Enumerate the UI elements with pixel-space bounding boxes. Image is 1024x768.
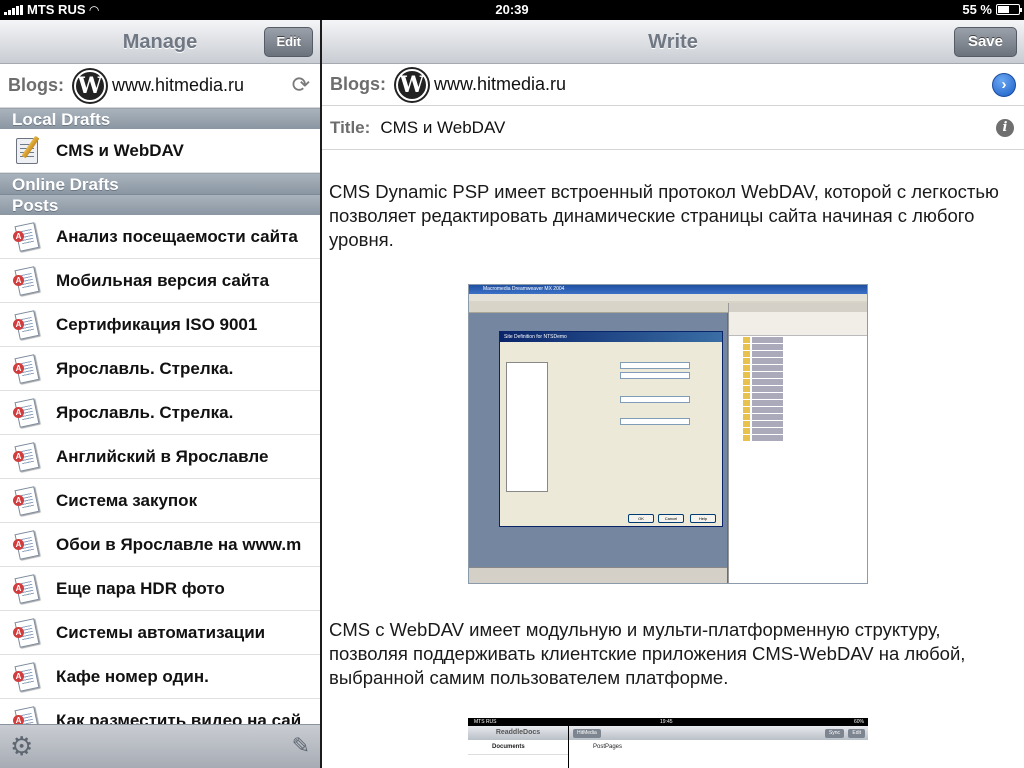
post-item[interactable]: A Сертификация ISO 9001 [0, 303, 320, 347]
post-document-icon: A [13, 617, 43, 648]
dw-menu-bar [469, 294, 867, 301]
post-document-icon: A [13, 485, 43, 516]
embedded-image-dreamweaver[interactable]: Macromedia Dreamweaver MX 2004 Site Defi… [468, 284, 868, 584]
manage-panel: Manage Edit Blogs: W www.hitmedia.ru ⟳ L… [0, 20, 320, 768]
post-title: Мобильная версия сайта [56, 270, 270, 290]
section-posts: Posts [0, 194, 320, 215]
blog-url: www.hitmedia.ru [112, 75, 245, 95]
post-item[interactable]: A Система закупок [0, 479, 320, 523]
write-blog-selector[interactable]: Blogs: W www.hitmedia.ru › [322, 64, 1024, 106]
dw-site-dialog: Site Definition for NTSDemo OK Cancel He… [499, 331, 723, 527]
wordpress-logo-icon: W [74, 69, 106, 102]
rd-status-bar: MTS RUS 19:45 60% [468, 718, 868, 726]
status-bar: MTS RUS ◠ 20:39 55 % [0, 0, 1024, 20]
battery-fill [998, 6, 1009, 13]
disclosure-arrow-icon[interactable]: › [992, 73, 1016, 97]
post-item[interactable]: A Еще пара HDR фото [0, 567, 320, 611]
post-title: Обои в Ярославле на www.m [56, 534, 302, 554]
wordpress-logo-icon: W [396, 68, 428, 101]
post-document-icon: A [13, 353, 43, 384]
edit-button[interactable]: Edit [264, 27, 313, 57]
rd-documents-item: Documents [468, 740, 568, 755]
dw-window-title: Macromedia Dreamweaver MX 2004 [469, 285, 867, 294]
post-title: Анализ посещаемости сайта [56, 226, 298, 246]
battery-percent: 55 % [962, 2, 992, 17]
post-title-row[interactable]: Title: CMS и WebDAV i [322, 106, 1024, 150]
rd-sidebar-title: ReaddleDocs [468, 726, 568, 740]
rd-folder-button: HitMedia [573, 729, 601, 738]
post-item[interactable]: A Обои в Ярославле на www.m [0, 523, 320, 567]
settings-gear-icon[interactable]: ⚙ [10, 733, 33, 759]
post-title: Еще пара HDR фото [56, 578, 225, 598]
section-local-drafts: Local Drafts [0, 108, 320, 129]
post-item[interactable]: A Ярославль. Стрелка. [0, 347, 320, 391]
post-document-icon: A [13, 529, 43, 560]
write-title: Write [648, 31, 698, 53]
post-document-icon: A [13, 661, 43, 692]
status-time: 20:39 [495, 2, 529, 17]
post-document-icon: A [13, 397, 43, 428]
status-right: 55 % [962, 2, 1022, 17]
post-item[interactable]: A Анализ посещаемости сайта [0, 215, 320, 259]
info-icon[interactable]: i [996, 119, 1014, 137]
post-title-field[interactable]: CMS и WebDAV [380, 118, 505, 138]
rd-battery: 60% [853, 719, 864, 725]
dw-help-button: Help [690, 514, 716, 523]
rd-sidebar: ReaddleDocs Documents [468, 726, 568, 768]
dw-dialog-title: Site Definition for NTSDemo [500, 332, 722, 342]
rd-sync-button: Sync [824, 729, 844, 738]
write-blog-url: www.hitmedia.ru [434, 74, 567, 94]
post-list: A Анализ посещаемости сайта A Мобильная вер… [0, 215, 320, 743]
post-document-icon: A [13, 573, 43, 604]
battery-icon [996, 4, 1022, 15]
post-document-icon: A [13, 441, 43, 472]
post-title: Английский в Ярославле [56, 446, 269, 466]
post-title: Сертификация ISO 9001 [56, 314, 258, 334]
post-document-icon: A [13, 221, 43, 252]
manage-toolbar: ⚙ ✎ [0, 724, 320, 768]
post-title: Ярославль. Стрелка. [56, 358, 234, 378]
local-draft-item[interactable]: CMS и WebDAV [0, 129, 320, 173]
post-title: Система закупок [56, 490, 198, 510]
post-item[interactable]: A Мобильная версия сайта [0, 259, 320, 303]
blog-selector[interactable]: Blogs: W www.hitmedia.ru ⟳ [0, 64, 320, 108]
post-title: Кафе номер один. [56, 666, 209, 686]
local-draft-title: CMS и WebDAV [56, 140, 184, 160]
dw-files-panel [728, 303, 867, 583]
post-item[interactable]: A Кафе номер один. [0, 655, 320, 699]
post-paragraph-2[interactable]: CMS с WebDAV имеет модульную и мульти-пл… [329, 618, 1017, 690]
rd-content-header: HitMedia Sync Edit [569, 726, 868, 740]
rd-content: HitMedia Sync Edit PostPages [569, 726, 868, 768]
post-document-icon: A [13, 309, 43, 340]
write-navbar: Write Save [322, 20, 1024, 64]
post-item[interactable]: A Английский в Ярославле [0, 435, 320, 479]
compose-icon[interactable]: ✎ [292, 735, 310, 757]
embedded-image-readdledocs[interactable]: MTS RUS 19:45 60% ReaddleDocs Documents … [468, 718, 868, 768]
draft-document-icon [12, 135, 44, 167]
section-online-drafts: Online Drafts [0, 173, 320, 194]
refresh-icon[interactable]: ⟳ [292, 73, 310, 97]
post-item[interactable]: A Системы автоматизации [0, 611, 320, 655]
dw-cancel-button: Cancel [658, 514, 684, 523]
post-title: Системы автоматизации [56, 622, 266, 642]
post-title-label: Title: [330, 117, 371, 137]
post-title: Ярославль. Стрелка. [56, 402, 234, 422]
rd-time: 19:45 [660, 719, 673, 725]
dw-ok-button: OK [628, 514, 654, 523]
dw-properties-bar [469, 567, 727, 583]
write-blogs-label: Blogs: [330, 74, 386, 94]
write-panel: Write Save Blogs: W www.hitmedia.ru › Ti… [322, 20, 1024, 768]
dw-category-list [506, 362, 548, 492]
rd-carrier: MTS RUS [474, 719, 497, 725]
save-button[interactable]: Save [953, 27, 1017, 57]
post-document-icon: A [13, 265, 43, 296]
rd-postpages-item: PostPages [593, 744, 623, 750]
rd-edit-button: Edit [848, 729, 865, 738]
post-paragraph-1[interactable]: CMS Dynamic PSP имеет встроенный протоко… [329, 180, 1017, 252]
dw-files-header [729, 303, 867, 312]
manage-navbar: Manage Edit [0, 20, 320, 64]
blogs-label: Blogs: [8, 75, 64, 95]
post-item[interactable]: A Ярославль. Стрелка. [0, 391, 320, 435]
